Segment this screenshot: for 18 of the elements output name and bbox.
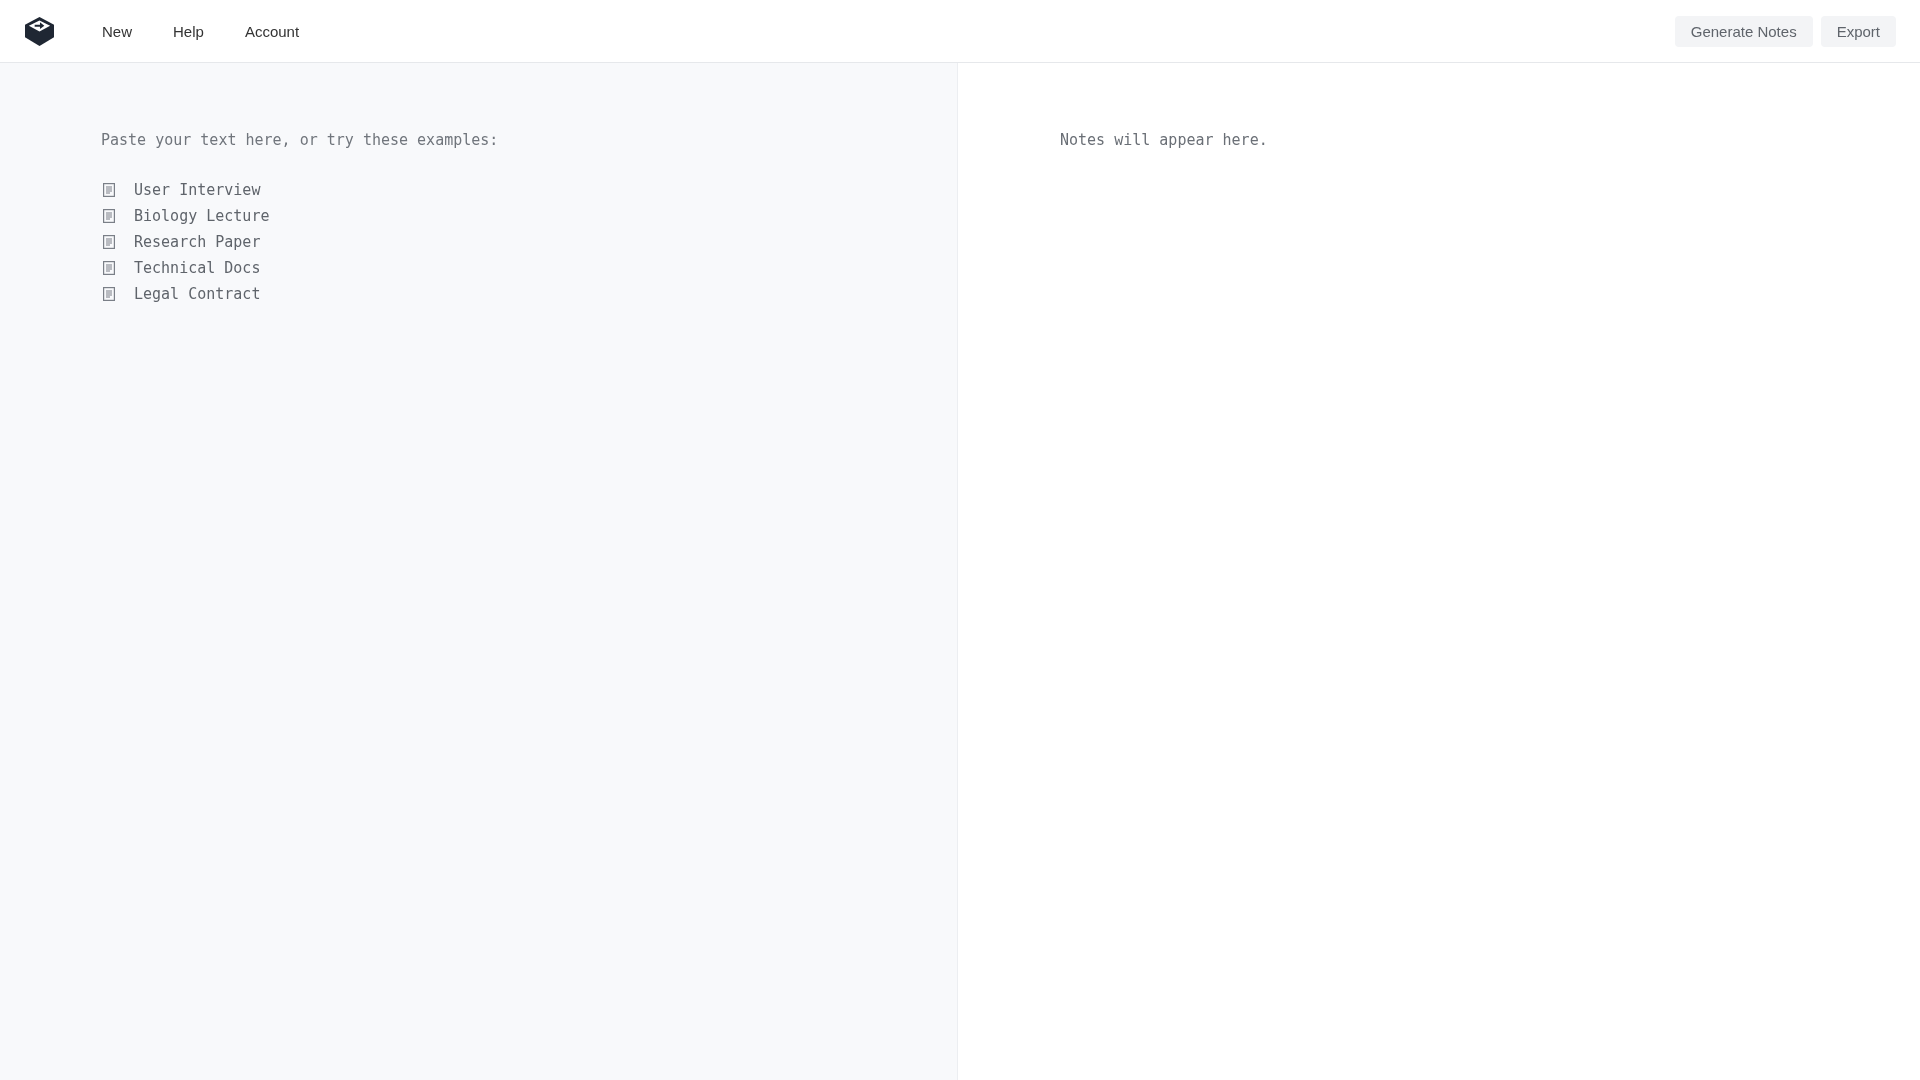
example-link[interactable]: Research Paper (134, 233, 261, 251)
text-input-field[interactable]: Paste your text here, or try these examples: (101, 129, 801, 151)
empty-notes-message: Notes will appear here. (1060, 130, 1269, 151)
nav-link[interactable]: New (102, 22, 132, 40)
example-link[interactable]: Biology Lecture (134, 207, 270, 225)
example-link[interactable]: Technical Docs (134, 259, 261, 277)
cube-logo-icon[interactable] (25, 16, 54, 46)
action-button[interactable]: Export (1820, 15, 1896, 47)
document-icon (103, 235, 115, 249)
nav-link[interactable]: Account (244, 22, 300, 40)
document-icon (103, 261, 115, 275)
action-button[interactable]: Generate Notes (1674, 15, 1813, 47)
document-icon (103, 209, 115, 223)
example-link[interactable]: Legal Contract (134, 285, 261, 303)
nav-link[interactable]: Help (173, 22, 204, 40)
document-icon (103, 287, 115, 301)
example-link[interactable]: User Interview (134, 181, 261, 199)
document-icon (103, 183, 115, 197)
